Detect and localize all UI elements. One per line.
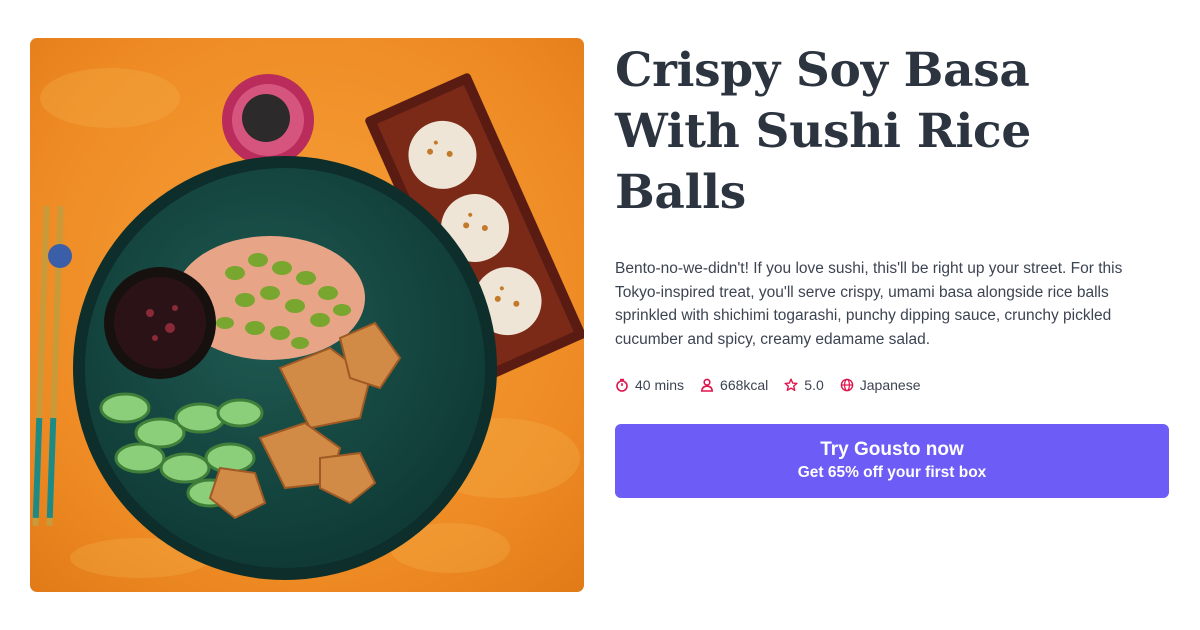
cta-subtitle: Get 65% off your first box — [797, 464, 987, 481]
meta-cuisine-value: Japanese — [859, 377, 921, 393]
recipe-meta: 40 mins 668kcal 5.0 Japanese — [615, 377, 1170, 393]
recipe-description: Bento-no-we-didn't! If you love sushi, t… — [615, 260, 1123, 348]
cta-title: Try Gousto now — [820, 439, 964, 460]
meta-cuisine: Japanese — [840, 377, 921, 393]
meta-calories: 668kcal — [700, 377, 768, 393]
globe-icon — [840, 378, 854, 392]
try-gousto-button[interactable]: Try Gousto now Get 65% off your first bo… — [615, 424, 1169, 498]
recipe-title: Crispy Soy Basa With Sushi Rice Balls — [615, 43, 1031, 220]
meta-rating-value: 5.0 — [804, 377, 824, 393]
meta-rating: 5.0 — [784, 377, 824, 393]
person-icon — [700, 378, 714, 392]
recipe-content: Crispy Soy Basa With Sushi Rice Balls Be… — [615, 40, 1170, 498]
meta-time: 40 mins — [615, 377, 684, 393]
recipe-photo — [30, 38, 584, 592]
meta-calories-value: 668kcal — [720, 377, 769, 393]
star-icon — [784, 378, 798, 392]
stopwatch-icon — [615, 378, 629, 392]
meta-time-value: 40 mins — [635, 377, 685, 393]
